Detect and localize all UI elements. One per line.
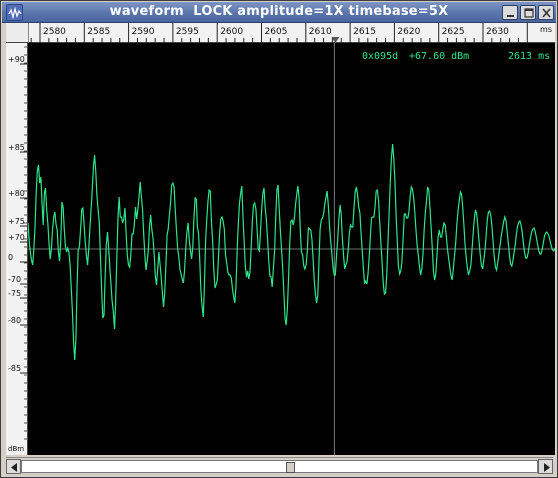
readout-address: 0x095d bbox=[362, 51, 399, 62]
horizontal-scrollbar[interactable] bbox=[6, 457, 553, 474]
waveform-plot[interactable]: 0x095d +67.60 dBm 2613 ms bbox=[28, 43, 555, 455]
readout-value: +67.60 dBm bbox=[409, 51, 470, 62]
scroll-left-button[interactable] bbox=[6, 459, 21, 474]
time-ruler-ticks: 2580 2585 2590 2595 2600 2605 2610 2615 2620 2625… bbox=[30, 23, 528, 43]
amplitude-tick-label: 0 bbox=[8, 253, 13, 262]
amplitude-unit-label: dBm bbox=[8, 445, 25, 453]
time-tick-label: 2605 bbox=[265, 27, 288, 37]
scroll-thumb[interactable] bbox=[286, 462, 295, 473]
time-tick-label: 2620 bbox=[397, 27, 420, 37]
time-unit-label: ms bbox=[540, 25, 552, 34]
title-bar[interactable]: waveform LOCK amplitude=1X timebase=5X bbox=[2, 2, 556, 23]
time-tick-label: 2615 bbox=[353, 27, 376, 37]
close-icon bbox=[542, 8, 551, 18]
time-tick-label: 2585 bbox=[87, 27, 110, 37]
readout-time: 2613 ms bbox=[508, 51, 551, 62]
window-title: waveform LOCK amplitude=1X timebase=5X bbox=[109, 4, 449, 19]
amplitude-tick-label: +80 bbox=[8, 189, 25, 198]
arrow-left-icon bbox=[11, 463, 17, 472]
time-tick-label: 2595 bbox=[176, 27, 199, 37]
minimize-icon bbox=[507, 15, 514, 17]
amplitude-ruler-ticks: +90 +85 +80 +75 +70 0 -70 -75 -80 -85 bbox=[8, 46, 28, 440]
minimize-button[interactable] bbox=[502, 5, 518, 20]
amplitude-tick-label: -85 bbox=[8, 364, 21, 373]
arrow-right-icon bbox=[544, 463, 550, 472]
amplitude-tick-label: +75 bbox=[8, 217, 25, 226]
amplitude-tick-label: +70 bbox=[8, 233, 25, 242]
time-tick-label: 2630 bbox=[486, 27, 509, 37]
time-tick-label: 2580 bbox=[43, 27, 66, 37]
amplitude-tick-label: -70 bbox=[8, 275, 21, 284]
maximize-button[interactable] bbox=[520, 5, 536, 20]
maximize-icon bbox=[524, 8, 534, 18]
scroll-track[interactable] bbox=[21, 460, 538, 473]
time-tick-label: 2590 bbox=[132, 27, 155, 37]
amplitude-tick-label: -75 bbox=[8, 289, 21, 298]
scroll-right-button[interactable] bbox=[538, 459, 553, 474]
ruler-corner bbox=[6, 23, 28, 43]
amplitude-tick-label: +90 bbox=[8, 55, 25, 64]
waveform-trace bbox=[28, 143, 555, 361]
amplitude-tick-label: -80 bbox=[8, 316, 21, 325]
time-tick-label: 2610 bbox=[309, 27, 332, 37]
close-button[interactable] bbox=[538, 5, 554, 20]
time-ruler[interactable]: 2580 2585 2590 2595 2600 2605 2610 2615 2620 2625… bbox=[28, 23, 555, 43]
waveform-canvas bbox=[28, 43, 555, 455]
time-tick-label: 2625 bbox=[442, 27, 465, 37]
amplitude-tick-label: +85 bbox=[8, 143, 25, 152]
amplitude-ruler[interactable]: +90 +85 +80 +75 +70 0 -70 -75 -80 -85 dBm bbox=[6, 43, 28, 455]
waveform-window: waveform LOCK amplitude=1X timebase=5X 2… bbox=[0, 0, 558, 478]
time-tick-label: 2600 bbox=[220, 27, 243, 37]
